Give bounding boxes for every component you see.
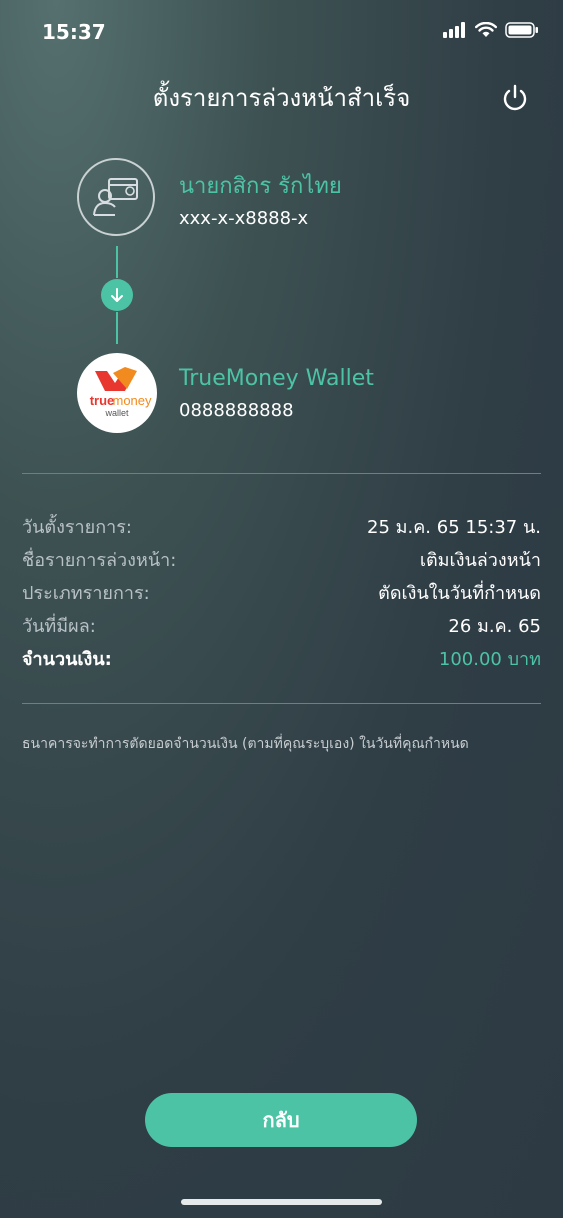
truemoney-logo: true money wallet	[77, 353, 157, 433]
detail-row-type: ประเภทรายการ: ตัดเงินในวันที่กำหนด	[22, 578, 541, 607]
page-title: ตั้งรายการล่วงหน้าสำเร็จ	[152, 84, 411, 112]
info-note: ธนาคารจะทำการตัดยอดจำนวนเงิน (ตามที่คุณร…	[22, 736, 469, 752]
detail-value: 26 ม.ค. 65	[448, 616, 541, 637]
account-icon	[77, 158, 155, 236]
detail-label: ประเภทรายการ:	[22, 583, 150, 604]
account-card-icon	[93, 178, 138, 216]
battery-icon	[505, 22, 538, 38]
detail-row-effective-date: วันที่มีผล: 26 ม.ค. 65	[22, 611, 541, 640]
from-account-name: นายกสิกร รักไทย	[179, 174, 342, 199]
divider-bottom	[22, 703, 541, 704]
connector-line-top	[116, 246, 118, 278]
power-icon[interactable]	[500, 82, 530, 112]
connector-line-bottom	[116, 312, 118, 344]
detail-label: จำนวนเงิน:	[22, 649, 112, 670]
detail-value: เติมเงินล่วงหน้า	[419, 550, 541, 571]
status-icons	[443, 22, 539, 38]
detail-label: วันตั้งรายการ:	[22, 517, 132, 538]
cellular-signal-icon	[443, 22, 465, 38]
detail-value: 25 ม.ค. 65 15:37 น.	[367, 517, 541, 538]
logo-word-true: true	[90, 393, 115, 408]
to-account-name: TrueMoney Wallet	[179, 366, 374, 391]
home-indicator[interactable]	[181, 1199, 382, 1205]
logo-word-money: money	[112, 393, 152, 408]
detail-value: ตัดเงินในวันที่กำหนด	[378, 583, 541, 604]
detail-row-created-date: วันตั้งรายการ: 25 ม.ค. 65 15:37 น.	[22, 512, 541, 541]
detail-row-schedule-name: ชื่อรายการล่วงหน้า: เติมเงินล่วงหน้า	[22, 545, 541, 574]
back-button[interactable]: กลับ	[145, 1093, 417, 1147]
status-time: 15:37	[42, 20, 106, 44]
logo-word-wallet: wallet	[104, 408, 129, 418]
detail-row-amount: จำนวนเงิน: 100.00 บาท	[22, 644, 541, 673]
amount-value: 100.00 บาท	[438, 649, 541, 670]
from-account-number: xxx-x-x8888-x	[179, 208, 309, 229]
wifi-icon	[475, 22, 497, 37]
arrow-down-icon	[101, 279, 133, 311]
divider-top	[22, 473, 541, 474]
detail-label: วันที่มีผล:	[22, 616, 96, 637]
to-account-number: 0888888888	[179, 400, 294, 421]
detail-label: ชื่อรายการล่วงหน้า:	[22, 550, 177, 571]
